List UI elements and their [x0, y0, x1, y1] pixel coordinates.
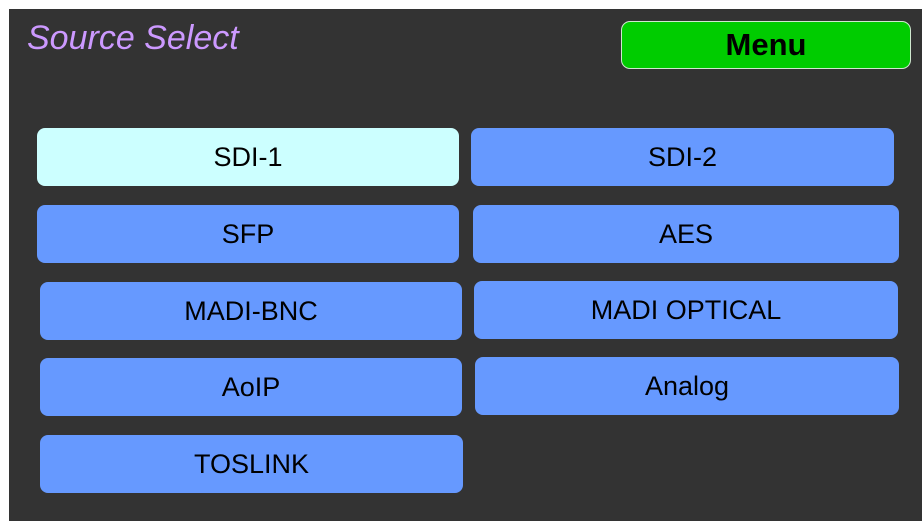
source-button-toslink[interactable]: TOSLINK	[40, 435, 463, 493]
page-title: Source Select	[27, 19, 239, 57]
source-button-madi-bnc[interactable]: MADI-BNC	[40, 282, 462, 340]
source-button-sfp[interactable]: SFP	[37, 205, 459, 263]
source-button-sdi-2[interactable]: SDI-2	[471, 128, 894, 186]
source-button-aoip[interactable]: AoIP	[40, 358, 462, 416]
source-button-sdi-1[interactable]: SDI-1	[37, 128, 459, 186]
source-button-madi-optical[interactable]: MADI OPTICAL	[474, 281, 898, 339]
source-select-screen: Source Select Menu SDI-1 SDI-2 SFP AES M…	[9, 9, 922, 521]
source-button-analog[interactable]: Analog	[475, 357, 899, 415]
source-button-aes[interactable]: AES	[473, 205, 899, 263]
menu-button[interactable]: Menu	[621, 21, 911, 69]
